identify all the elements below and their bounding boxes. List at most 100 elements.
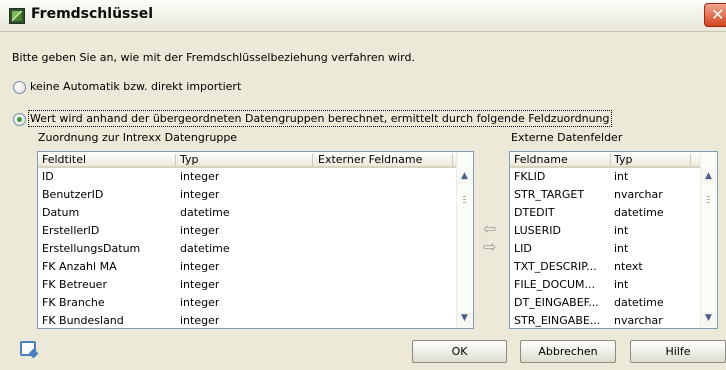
list-cell: nvarchar <box>614 314 663 327</box>
list-cell: integer <box>180 188 220 201</box>
list-cell: LID <box>514 242 532 255</box>
list-row[interactable]: BenutzerID integer <box>38 186 456 204</box>
list-row[interactable]: FK Betreuer integer <box>38 276 456 294</box>
column-header-external-field[interactable]: Externer Feldname <box>318 153 422 166</box>
list-cell: FKLID <box>514 170 546 183</box>
list-cell: integer <box>180 278 220 291</box>
radio-calculated-label[interactable]: Wert wird anhand der übergeordneten Date… <box>28 110 612 127</box>
scroll-grip <box>463 199 466 200</box>
list-row[interactable]: Datum datetime <box>38 204 456 222</box>
list-cell: Datum <box>42 206 80 219</box>
list-cell: ID <box>42 170 54 183</box>
help-button[interactable]: Hilfe <box>630 340 726 363</box>
list-cell: integer <box>180 170 220 183</box>
list-row[interactable]: FK Branche integer <box>38 294 456 312</box>
scroll-down-button[interactable]: ▼ <box>702 312 717 327</box>
move-right-button[interactable]: ⇨ <box>482 237 500 256</box>
scroll-down-button[interactable]: ▼ <box>458 312 473 327</box>
list-row[interactable]: FK Bundesland integer <box>38 312 456 328</box>
cancel-button[interactable]: Abbrechen <box>520 340 616 363</box>
list-cell: datetime <box>180 206 230 219</box>
list-cell: datetime <box>180 242 230 255</box>
list-cell: integer <box>180 296 220 309</box>
radio-no-automation[interactable] <box>13 81 26 94</box>
close-icon: ✕ <box>711 5 725 24</box>
list-row[interactable]: ErstellerID integer <box>38 222 456 240</box>
column-separator[interactable] <box>452 154 453 166</box>
list-cell: FILE_DOCUM... <box>514 278 595 291</box>
list-cell: integer <box>180 260 220 273</box>
list-row[interactable]: ID integer <box>38 168 456 186</box>
list-row[interactable]: ErstellungsDatum datetime <box>38 240 456 258</box>
list-cell: ErstellungsDatum <box>42 242 141 255</box>
column-separator[interactable] <box>690 154 691 166</box>
column-header-typ[interactable]: Typ <box>614 153 633 166</box>
ok-button[interactable]: OK <box>412 340 507 363</box>
chevron-down-icon: ▼ <box>461 313 468 323</box>
list-row[interactable]: LUSERID int <box>510 222 700 240</box>
move-left-button[interactable]: ⇦ <box>482 219 500 238</box>
list-cell: ErstellerID <box>42 224 100 237</box>
scroll-grip <box>463 196 466 197</box>
column-separator[interactable] <box>175 154 176 166</box>
scroll-up-button[interactable]: ▲ <box>458 170 473 185</box>
list-cell: FK Betreuer <box>42 278 107 291</box>
column-header-feldname[interactable]: Feldname <box>514 153 568 166</box>
help-icon[interactable] <box>20 341 36 356</box>
list-cell: LUSERID <box>514 224 561 237</box>
list-cell: int <box>614 242 629 255</box>
scroll-grip <box>707 196 710 197</box>
right-list-scrollbar[interactable]: ▲ ▼ <box>700 152 717 328</box>
list-row[interactable]: LID int <box>510 240 700 258</box>
list-cell: TXT_DESCRIP... <box>514 260 597 273</box>
left-list-rows: ID integer BenutzerID integer Datum datetime E… <box>38 168 456 328</box>
right-list-label: Externe Datenfelder <box>511 131 623 144</box>
list-cell: int <box>614 224 629 237</box>
radio-calculated[interactable] <box>13 113 26 126</box>
chevron-down-icon: ▼ <box>705 313 712 323</box>
list-cell: datetime <box>614 206 664 219</box>
list-cell: STR_EINGABE... <box>514 314 601 327</box>
scroll-grip <box>707 199 710 200</box>
list-cell: STR_TARGET <box>514 188 585 201</box>
scroll-grip <box>463 202 466 203</box>
list-cell: ntext <box>614 260 643 273</box>
list-cell: BenutzerID <box>42 188 104 201</box>
scroll-up-button[interactable]: ▲ <box>702 170 717 185</box>
chevron-up-icon: ▲ <box>705 171 712 181</box>
list-row[interactable]: FK Anzahl MA integer <box>38 258 456 276</box>
column-separator[interactable] <box>610 154 611 166</box>
left-list-scrollbar[interactable]: ▲ ▼ <box>456 152 473 328</box>
list-row[interactable]: DT_EINGABEF... datetime <box>510 294 700 312</box>
app-icon <box>9 8 25 24</box>
column-separator[interactable] <box>312 154 313 166</box>
left-list-label: Zuordnung zur Intrexx Datengruppe <box>38 131 238 144</box>
radio-no-automation-label[interactable]: keine Automatik bzw. direkt importiert <box>30 80 241 93</box>
list-cell: int <box>614 278 629 291</box>
column-header-feldtitel[interactable]: Feldtitel <box>42 153 86 166</box>
list-cell: int <box>614 170 629 183</box>
close-button[interactable]: ✕ <box>704 3 726 27</box>
list-cell: DTEDIT <box>514 206 555 219</box>
scroll-grip <box>707 202 710 203</box>
list-cell: FK Bundesland <box>42 314 124 327</box>
list-cell: datetime <box>614 296 664 309</box>
right-list-rows: FKLID int STR_TARGET nvarchar DTEDIT datetime… <box>510 168 700 328</box>
list-row[interactable]: FILE_DOCUM... int <box>510 276 700 294</box>
column-header-typ[interactable]: Typ <box>180 153 199 166</box>
list-row[interactable]: FKLID int <box>510 168 700 186</box>
foreign-key-dialog: Fremdschlüssel ✕ Bitte geben Sie an, wie… <box>0 0 726 370</box>
external-field-list[interactable]: Feldname Typ FKLID int STR_TARGET nvarchar D… <box>509 151 718 329</box>
list-row[interactable]: DTEDIT datetime <box>510 204 700 222</box>
intrexx-field-list[interactable]: Feldtitel Typ Externer Feldname ID intege… <box>37 151 474 329</box>
list-row[interactable]: STR_TARGET nvarchar <box>510 186 700 204</box>
list-header: Feldtitel Typ Externer Feldname <box>38 152 456 168</box>
list-header: Feldname Typ <box>510 152 700 168</box>
arrow-left-icon: ⇦ <box>483 219 497 238</box>
list-row[interactable]: STR_EINGABE... nvarchar <box>510 312 700 328</box>
list-row[interactable]: TXT_DESCRIP... ntext <box>510 258 700 276</box>
list-cell: integer <box>180 314 220 327</box>
title-bar[interactable]: Fremdschlüssel ✕ <box>0 0 726 32</box>
list-cell: FK Anzahl MA <box>42 260 117 273</box>
list-cell: FK Branche <box>42 296 105 309</box>
